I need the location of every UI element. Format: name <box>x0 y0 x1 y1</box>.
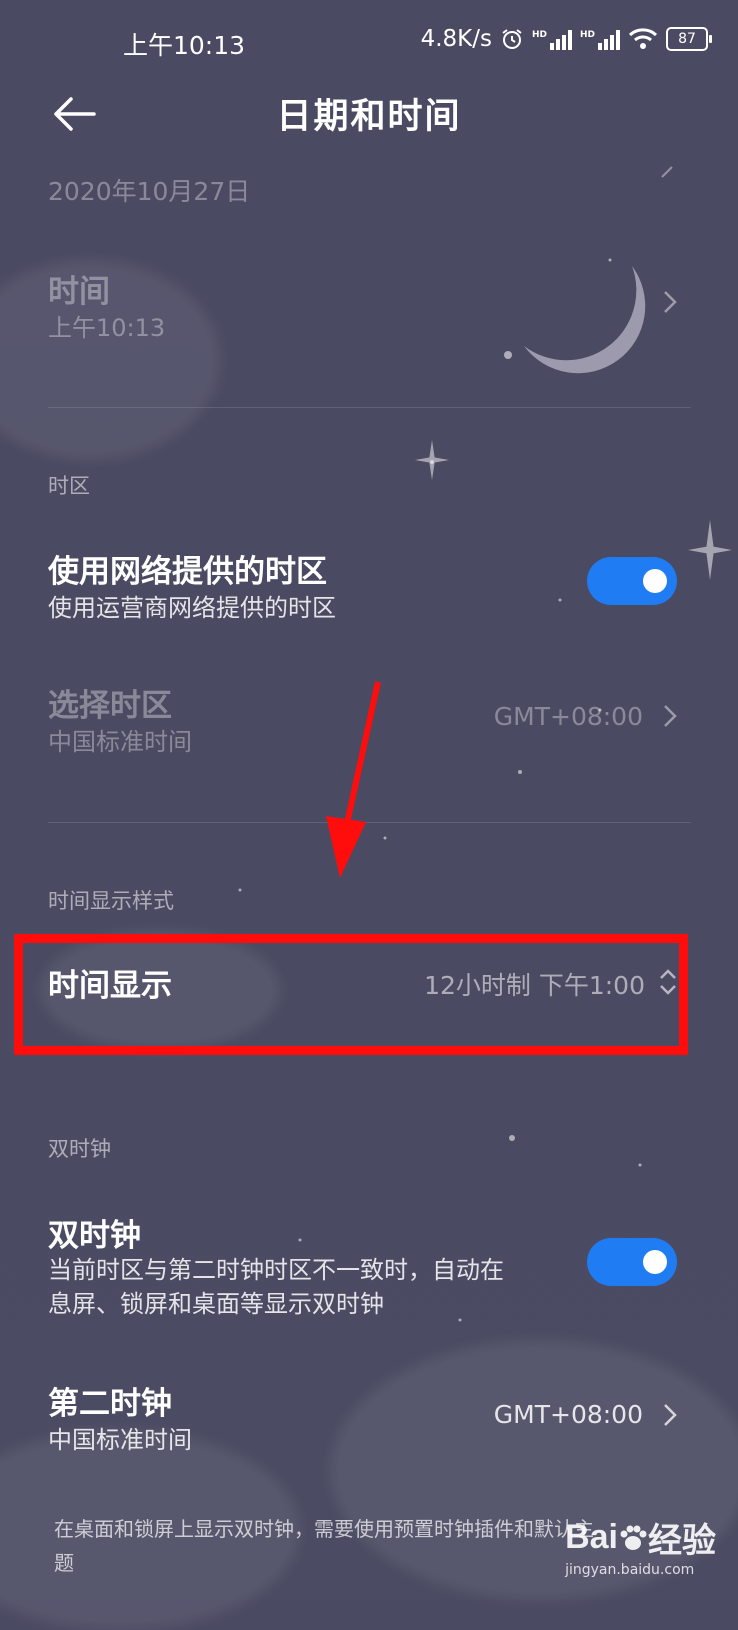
time-label: 时间 <box>48 274 110 310</box>
dual-clock-toggle[interactable] <box>587 1238 677 1286</box>
toggle-knob <box>643 569 667 593</box>
dual-clock-row[interactable]: 双时钟 当前时区与第二时钟时区不一致时，自动在 息屏、锁屏和桌面等显示双时钟 <box>48 1210 578 1320</box>
watermark-brand2: 经验 <box>648 1522 716 1560</box>
section-timezone: 时区 <box>48 474 90 498</box>
battery-icon: 87 <box>666 27 712 51</box>
chevron-right-icon <box>661 166 673 178</box>
network-timezone-label: 使用网络提供的时区 <box>48 554 327 590</box>
page-title: 日期和时间 <box>276 97 462 137</box>
second-clock-sub: 中国标准时间 <box>48 1426 192 1454</box>
select-timezone-sub: 中国标准时间 <box>48 728 192 756</box>
dual-clock-sub-line2: 息屏、锁屏和桌面等显示双时钟 <box>48 1290 384 1318</box>
alarm-icon <box>502 29 522 49</box>
dual-clock-label: 双时钟 <box>48 1218 141 1254</box>
second-clock-row[interactable]: 第二时钟 中国标准时间 GMT+08:00 <box>48 1378 691 1458</box>
network-timezone-sub: 使用运营商网络提供的时区 <box>48 594 336 622</box>
time-row[interactable]: 时间 上午10:13 <box>48 266 691 346</box>
hd-signal-icon: HD <box>580 28 620 50</box>
divider <box>48 407 691 408</box>
wifi-icon <box>628 28 658 49</box>
toggle-knob <box>643 1250 667 1274</box>
network-timezone-toggle[interactable] <box>587 557 677 605</box>
select-timezone-value: GMT+08:00 <box>493 702 643 731</box>
chevron-right-icon <box>664 1404 677 1426</box>
section-dual-clock: 双时钟 <box>48 1137 111 1161</box>
status-icons: 4.8K/s HD HD 87 <box>420 26 712 52</box>
net-speed: 4.8K/s <box>420 26 492 52</box>
section-display-style: 时间显示样式 <box>48 889 174 913</box>
dual-clock-sub-line1: 当前时区与第二时钟时区不一致时，自动在 <box>48 1256 504 1284</box>
chevron-right-icon <box>664 705 677 727</box>
watermark-site: jingyan.baidu.com <box>565 1562 695 1578</box>
highlight-box-annotation <box>14 934 688 1055</box>
network-timezone-row[interactable]: 使用网络提供的时区 使用运营商网络提供的时区 <box>48 546 568 626</box>
date-value[interactable]: 2020年10月27日 <box>48 172 250 208</box>
red-arrow-annotation <box>326 681 381 878</box>
paw-icon <box>620 1525 647 1550</box>
status-time: 上午10:13 <box>123 31 246 60</box>
second-clock-label: 第二时钟 <box>48 1386 172 1422</box>
time-value: 上午10:13 <box>48 314 166 342</box>
select-timezone-label: 选择时区 <box>48 688 172 724</box>
baidu-jingyan-watermark: Bai 经验 jingyan.baidu.com <box>565 1513 716 1578</box>
watermark-brand: Bai <box>565 1518 618 1556</box>
second-clock-value: GMT+08:00 <box>493 1400 643 1429</box>
chevron-right-icon <box>664 291 677 313</box>
battery-level: 87 <box>678 31 696 47</box>
hd-signal-icon: HD <box>532 28 572 50</box>
status-bar: 上午10:13 4.8K/s HD HD 87 <box>0 0 738 84</box>
